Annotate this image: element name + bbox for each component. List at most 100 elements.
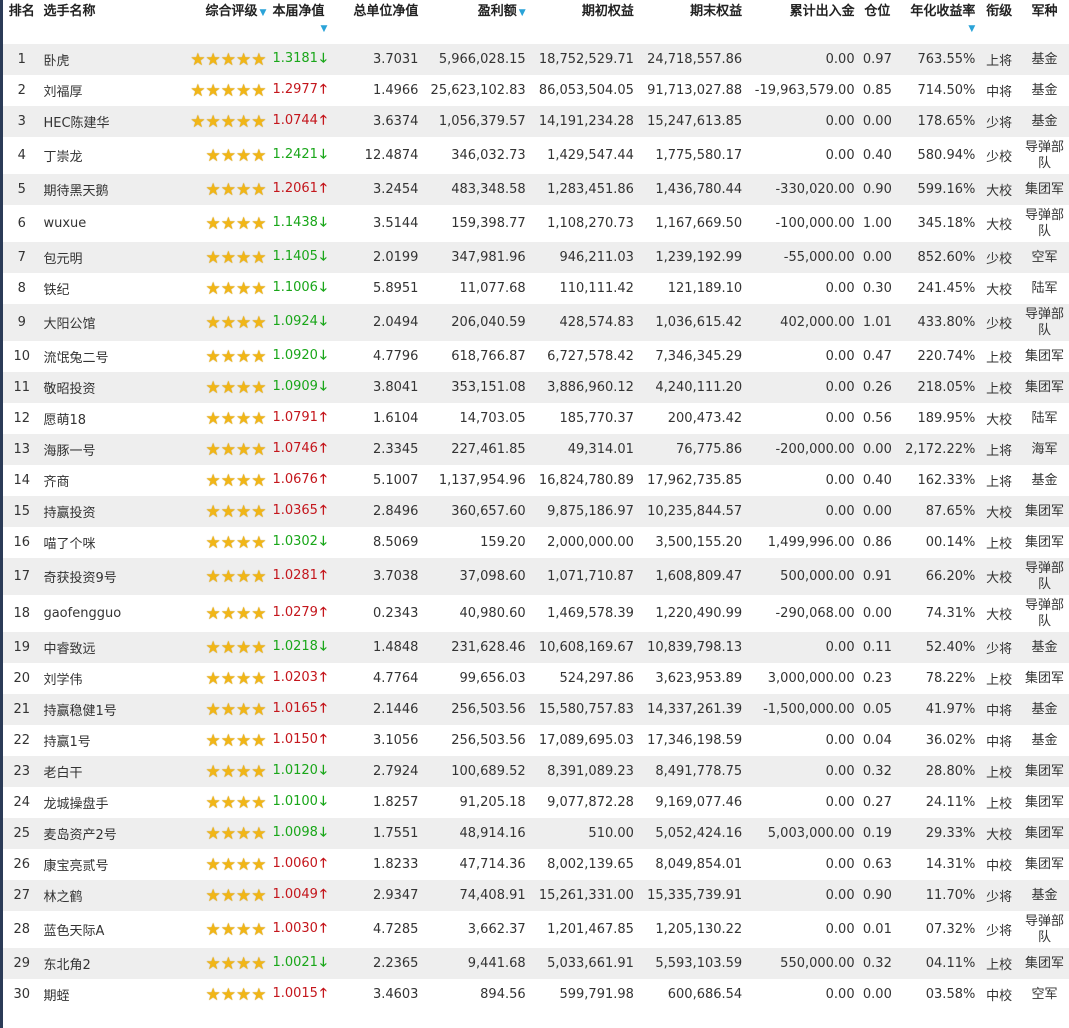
star-icon: ★★★★ — [205, 532, 267, 553]
player-name-link[interactable]: 康宝亮贰号 — [40, 849, 155, 880]
player-name-link[interactable]: 海豚一号 — [40, 434, 155, 465]
header-annual[interactable]: 年化收益率 ▼ — [897, 0, 978, 44]
table-row[interactable]: 6 wuxue ★★★★ 1.1438 🡓 3.5144 159,398.77 1,108,2… — [3, 205, 1069, 242]
player-name-link[interactable]: 期待黑天鹅 — [40, 174, 155, 205]
position-cell: 0.11 — [857, 632, 898, 663]
player-name-link[interactable]: 老白干 — [40, 756, 155, 787]
player-name-link[interactable]: 期蛭 — [40, 979, 155, 1010]
table-row[interactable]: 14 齐商 ★★★★ 1.0676 🡑 5.1007 1,137,954.96 16,824,… — [3, 465, 1069, 496]
rating-stars: ★★★★ — [154, 403, 270, 434]
table-row[interactable]: 11 敬昭投资 ★★★★ 1.0909 🡓 3.8041 353,151.08 3,886,9… — [3, 372, 1069, 403]
player-name-link[interactable]: 卧虎 — [40, 44, 155, 75]
rating-stars: ★★★★ — [154, 818, 270, 849]
player-name-link[interactable]: 流氓兔二号 — [40, 341, 155, 372]
week-nav-cell: 1.2977 🡑 — [269, 75, 341, 106]
end-equity-cell: 3,500,155.20 — [636, 527, 746, 558]
profit-cell: 11,077.68 — [421, 273, 529, 304]
table-row[interactable]: 20 刘学伟 ★★★★ 1.0203 🡑 4.7764 99,656.03 524,297.8… — [3, 663, 1069, 694]
start-equity-cell: 1,469,578.39 — [528, 595, 637, 632]
table-row[interactable]: 1 卧虎 ★★★★★ 1.3181 🡓 3.7031 5,966,028.15 18,752,… — [3, 44, 1069, 75]
player-name-link[interactable]: 东北角2 — [40, 948, 155, 979]
table-row[interactable]: 27 林之鹤 ★★★★ 1.0049 🡑 2.9347 74,408.91 15,261,33… — [3, 880, 1069, 911]
table-row[interactable]: 13 海豚一号 ★★★★ 1.0746 🡑 2.3345 227,461.85 49,314.… — [3, 434, 1069, 465]
player-name-link[interactable]: 大阳公馆 — [40, 304, 155, 341]
week-nav-cell: 1.0203 🡑 — [269, 663, 341, 694]
annual-return-cell: 218.05% — [897, 372, 979, 403]
player-name-link[interactable]: 敬昭投资 — [40, 372, 155, 403]
player-name-link[interactable]: 刘福厚 — [40, 75, 155, 106]
table-row[interactable]: 16 喵了个咪 ★★★★ 1.0302 🡓 8.5069 159.20 2,000,000.0… — [3, 527, 1069, 558]
player-name-link[interactable]: 铁纪 — [40, 273, 155, 304]
table-row[interactable]: 21 持赢稳健1号 ★★★★ 1.0165 🡑 2.1446 256,503.56 15,58… — [3, 694, 1069, 725]
arrow-up-icon: 🡑 — [319, 112, 327, 128]
week-nav-value: 1.2421 — [272, 146, 318, 162]
arrow-up-icon: 🡑 — [319, 669, 327, 685]
table-row[interactable]: 8 铁纪 ★★★★ 1.1006 🡓 5.8951 11,077.68 110,111.42 1… — [3, 273, 1069, 304]
table-row[interactable]: 10 流氓兔二号 ★★★★ 1.0920 🡓 4.7796 618,766.87 6,727,… — [3, 341, 1069, 372]
arrow-up-icon: 🡑 — [319, 409, 327, 425]
header-rating[interactable]: 综合评级 ▼ — [155, 0, 270, 44]
sort-down-icon[interactable]: ▼ — [519, 8, 526, 18]
table-row[interactable]: 12 愿萌18 ★★★★ 1.0791 🡑 1.6104 14,703.05 185,770.… — [3, 403, 1069, 434]
week-nav-cell: 1.0744 🡑 — [269, 106, 341, 137]
army-cell: 基金 — [1019, 880, 1069, 911]
start-equity-cell: 1,283,451.86 — [528, 174, 637, 205]
header-profit[interactable]: 盈利额 ▼ — [421, 0, 528, 44]
table-row[interactable]: 7 包元明 ★★★★ 1.1405 🡓 2.0199 347,981.96 946,211.0… — [3, 242, 1069, 273]
table-row[interactable]: 19 中睿致远 ★★★★ 1.0218 🡓 1.4848 231,628.46 10,608,… — [3, 632, 1069, 663]
player-name-link[interactable]: 麦岛资产2号 — [40, 818, 155, 849]
player-name-link[interactable]: wuxue — [40, 205, 155, 242]
player-name-link[interactable]: 持赢稳健1号 — [40, 694, 155, 725]
start-equity-cell: 428,574.83 — [528, 304, 637, 341]
player-name-link[interactable]: 齐商 — [40, 465, 155, 496]
header-profit-label: 盈利额 — [477, 4, 517, 19]
header-position: 仓位 — [864, 4, 891, 19]
table-row[interactable]: 25 麦岛资产2号 ★★★★ 1.0098 🡓 1.7551 48,914.16 510.00… — [3, 818, 1069, 849]
table-row[interactable]: 18 gaofengguo ★★★★ 1.0279 🡑 0.2343 40,980.60 1,… — [3, 595, 1069, 632]
player-name-link[interactable]: 中睿致远 — [40, 632, 155, 663]
table-row[interactable]: 5 期待黑天鹅 ★★★★ 1.2061 🡑 3.2454 483,348.58 1,283,4… — [3, 174, 1069, 205]
player-name-link[interactable]: 喵了个咪 — [40, 527, 155, 558]
player-name-link[interactable]: 愿萌18 — [40, 403, 155, 434]
table-row[interactable]: 17 奇获投资9号 ★★★★ 1.0281 🡑 3.7038 37,098.60 1,071,… — [3, 558, 1069, 595]
player-name-link[interactable]: 刘学伟 — [40, 663, 155, 694]
army-cell: 导弹部队 — [1019, 911, 1069, 948]
table-row[interactable]: 2 刘福厚 ★★★★★ 1.2977 🡑 1.4966 25,623,102.83 86,05… — [3, 75, 1069, 106]
profit-cell: 47,714.36 — [421, 849, 529, 880]
table-row[interactable]: 26 康宝亮贰号 ★★★★ 1.0060 🡑 1.8233 47,714.36 8,002,1… — [3, 849, 1069, 880]
header-week-nav[interactable]: 本届净值 ▼ — [269, 0, 340, 44]
cum-flow-cell: 0.00 — [745, 725, 858, 756]
sort-down-icon[interactable]: ▼ — [260, 8, 267, 18]
sort-down-icon[interactable]: ▼ — [968, 24, 975, 34]
position-cell: 0.23 — [857, 663, 898, 694]
player-name-link[interactable]: gaofengguo — [40, 595, 155, 632]
player-name-link[interactable]: 蓝色天际A — [40, 911, 155, 948]
annual-return-cell: 29.33% — [897, 818, 979, 849]
table-row[interactable]: 4 丁崇龙 ★★★★ 1.2421 🡓 12.4874 346,032.73 1,429,54… — [3, 137, 1069, 174]
table-row[interactable]: 3 HEC陈建华 ★★★★★ 1.0744 🡑 3.6374 1,056,379.57 14,… — [3, 106, 1069, 137]
player-name-link[interactable]: 林之鹤 — [40, 880, 155, 911]
player-name-link[interactable]: 持赢投资 — [40, 496, 155, 527]
table-row[interactable]: 9 大阳公馆 ★★★★ 1.0924 🡓 2.0494 206,040.59 428,574.… — [3, 304, 1069, 341]
cum-flow-cell: 1,499,996.00 — [745, 527, 858, 558]
player-name-link[interactable]: HEC陈建华 — [40, 106, 155, 137]
sort-down-icon[interactable]: ▼ — [320, 24, 327, 34]
profit-cell: 1,137,954.96 — [421, 465, 529, 496]
player-name-link[interactable]: 龙城操盘手 — [40, 787, 155, 818]
table-row[interactable]: 22 持赢1号 ★★★★ 1.0150 🡑 3.1056 256,503.56 17,089,… — [3, 725, 1069, 756]
table-row[interactable]: 15 持赢投资 ★★★★ 1.0365 🡑 2.8496 360,657.60 9,875,1… — [3, 496, 1069, 527]
star-icon: ★★★★ — [205, 247, 267, 268]
table-row[interactable]: 24 龙城操盘手 ★★★★ 1.0100 🡓 1.8257 91,205.18 9,077,8… — [3, 787, 1069, 818]
table-row[interactable]: 28 蓝色天际A ★★★★ 1.0030 🡑 4.7285 3,662.37 1,201,46… — [3, 911, 1069, 948]
rank-title-cell: 大校 — [978, 595, 1020, 632]
table-row[interactable]: 23 老白干 ★★★★ 1.0120 🡓 2.7924 100,689.52 8,391,08… — [3, 756, 1069, 787]
header-annual-label: 年化收益率 — [910, 4, 976, 19]
header-total-nav-label: 总单位净值 — [353, 4, 419, 19]
player-name-link[interactable]: 持赢1号 — [40, 725, 155, 756]
table-row[interactable]: 29 东北角2 ★★★★ 1.0021 🡓 2.2365 9,441.68 5,033,661… — [3, 948, 1069, 979]
player-name-link[interactable]: 丁崇龙 — [40, 137, 155, 174]
week-nav-cell: 1.0165 🡑 — [269, 694, 341, 725]
player-name-link[interactable]: 包元明 — [40, 242, 155, 273]
player-name-link[interactable]: 奇获投资9号 — [40, 558, 155, 595]
table-row[interactable]: 30 期蛭 ★★★★ 1.0015 🡑 3.4603 894.56 599,791.98 600… — [3, 979, 1069, 1010]
